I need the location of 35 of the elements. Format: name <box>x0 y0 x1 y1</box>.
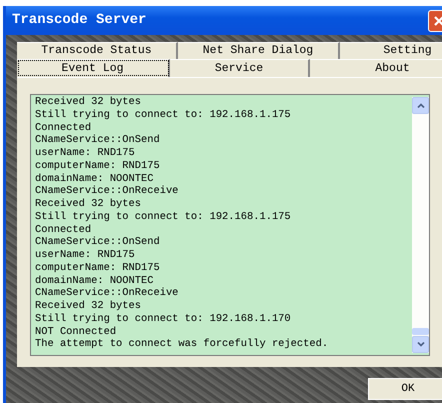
log-line: NOT Connected <box>35 326 118 338</box>
log-line: userName: RND175 <box>35 147 136 160</box>
log-line: Still trying to connect to: 192.168.1.175 <box>35 210 292 224</box>
close-icon <box>433 14 442 26</box>
log-line: Received 32 bytes <box>35 198 142 211</box>
scroll-thumb[interactable] <box>412 328 429 335</box>
down-chevron-icon <box>416 342 424 347</box>
up-chevron-icon <box>416 103 424 108</box>
window-title: Transcode Server <box>12 11 146 30</box>
log-line: userName: RND175 <box>35 249 136 262</box>
log-line: CNameService::OnReceive <box>35 287 180 300</box>
log-line: Still trying to connect to: 192.168.1.175 <box>35 108 292 122</box>
log-line: Still trying to connect to: 192.168.1.170 <box>35 312 292 326</box>
log-line: Connected <box>35 122 92 134</box>
log-line: computerName: RND175 <box>35 262 161 274</box>
tab[interactable]: Setting <box>340 42 442 59</box>
log-line: CNameService::OnReceive <box>35 185 180 198</box>
log-line: Connected <box>35 224 92 236</box>
tab[interactable]: About <box>310 59 442 77</box>
ok-button[interactable]: OK <box>368 378 442 400</box>
log-line: domainName: NOONTEC <box>35 274 154 288</box>
log-line: CNameService::OnSend <box>35 236 161 249</box>
scroll-up-button[interactable] <box>412 97 429 114</box>
tab[interactable]: Service <box>170 59 310 77</box>
log-line: Received 32 bytes <box>35 96 142 109</box>
log-line: computerName: RND175 <box>35 160 161 172</box>
tab[interactable]: Transcode Status <box>17 42 178 59</box>
log-line: CNameService::OnSend <box>35 134 161 147</box>
tab[interactable]: Event Log <box>17 59 170 77</box>
log-line: The attempt to connect was forcefully rejected. <box>35 338 330 351</box>
log-line: Received 32 bytes <box>35 300 142 313</box>
scroll-down-button[interactable] <box>412 336 429 353</box>
log-line: domainName: NOONTEC <box>35 172 154 186</box>
scrollbar[interactable] <box>412 97 429 353</box>
tab[interactable]: Net Share Dialog <box>178 42 340 59</box>
